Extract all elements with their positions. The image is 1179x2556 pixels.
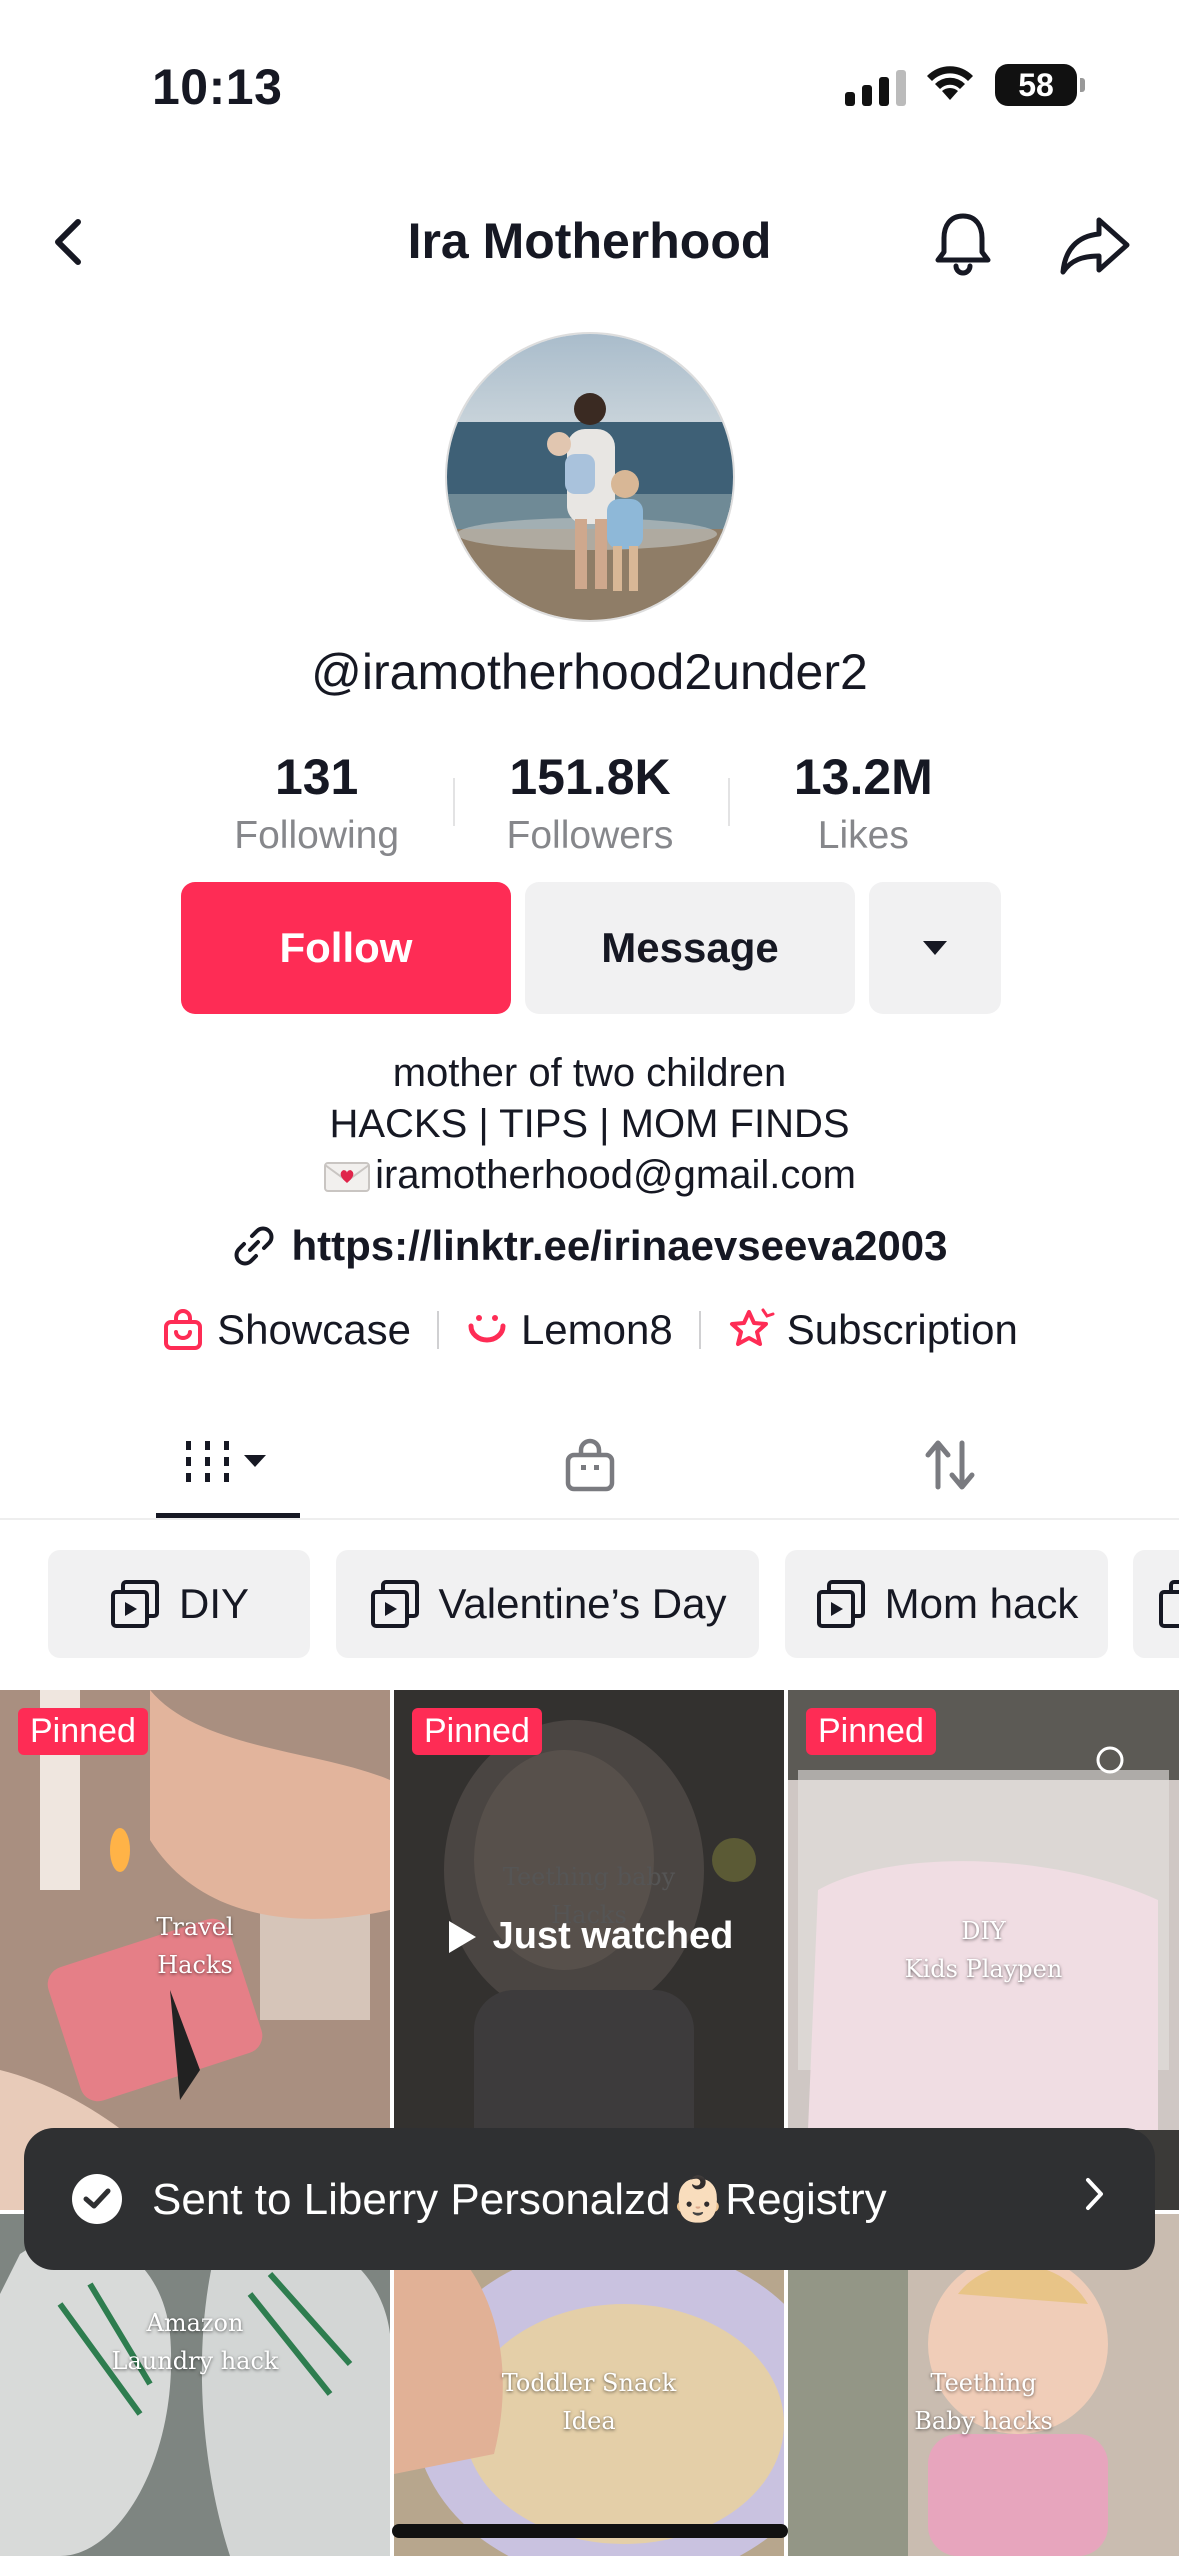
divider: [453, 778, 455, 826]
share-icon[interactable]: [1055, 210, 1135, 280]
stat-likes[interactable]: 13.2M Likes: [727, 748, 1000, 858]
chip-lemon8[interactable]: Lemon8: [465, 1306, 673, 1354]
stat-value: 131: [274, 749, 359, 805]
page-title: Ira Motherhood: [407, 213, 772, 269]
message-button[interactable]: Message: [525, 882, 855, 1014]
stat-label: Followers: [506, 814, 674, 857]
profile-header: Ira Motherhood: [0, 190, 1179, 300]
status-time: 10:13: [152, 59, 283, 115]
chip-showcase[interactable]: Showcase: [161, 1306, 411, 1354]
home-indicator[interactable]: [392, 2524, 788, 2538]
username: @iramotherhood2under2: [311, 644, 868, 700]
play-icon: [448, 1920, 476, 1953]
playlist-icon: [1159, 1580, 1179, 1628]
video-caption: Teething Baby hacks: [914, 2369, 1053, 2435]
subscription-star-icon: [729, 1308, 775, 1346]
collection-chip[interactable]: [1133, 1550, 1179, 1658]
grid-icon: [186, 1441, 266, 1482]
caret-down-icon: [923, 941, 947, 955]
playlist-icon: [110, 1580, 159, 1628]
tab-videos[interactable]: [156, 1410, 300, 1520]
bell-icon[interactable]: [928, 208, 998, 278]
video-caption: DIY Kids Playpen: [904, 1917, 1063, 1983]
divider: [728, 778, 730, 826]
repost-icon: [925, 1440, 975, 1490]
chip-label: Showcase: [217, 1306, 411, 1353]
checkmark-icon: [72, 2174, 122, 2224]
battery-icon: 58: [995, 64, 1085, 106]
video-caption: Amazon Laundry hack: [111, 2309, 279, 2375]
bio-line: mother of two children: [392, 1051, 787, 1095]
content-tabs: [0, 1410, 1179, 1520]
active-tab-indicator: [156, 1513, 300, 1518]
stat-label: Likes: [817, 814, 909, 857]
collection-label: Valentine’s Day: [438, 1580, 727, 1627]
toast-text: Sent to Liberry Personalzd👶🏻Registry: [152, 2175, 887, 2224]
pinned-badge: Pinned: [806, 1708, 936, 1755]
chip-subscription[interactable]: Subscription: [727, 1306, 1018, 1354]
action-buttons: Follow Message: [181, 882, 1001, 1014]
more-options-button[interactable]: [869, 882, 1001, 1014]
cellular-signal-icon: [845, 70, 906, 106]
wifi-icon: [927, 66, 973, 100]
shopping-bag-icon: [164, 1309, 203, 1350]
chip-label: Subscription: [786, 1306, 1018, 1353]
link-text: https://linktr.ee/irinaevseeva2003: [291, 1222, 948, 1269]
shopping-bag-icon: [565, 1438, 615, 1492]
stat-followers[interactable]: 151.8K Followers: [453, 748, 726, 858]
profile-stats: 131 Following 151.8K Followers 13.2M Lik…: [180, 748, 1000, 858]
profile-chips: Showcase Lemon8 Subscription: [0, 1306, 1179, 1354]
video-caption: Travel Hacks: [156, 1913, 234, 1979]
collection-chip[interactable]: Valentine’s Day: [336, 1550, 759, 1658]
collection-label: Mom hack: [884, 1580, 1079, 1627]
divider: [436, 1311, 439, 1349]
stat-value: 13.2M: [793, 749, 933, 805]
stat-following[interactable]: 131 Following: [180, 748, 453, 858]
stat-label: Following: [234, 814, 400, 857]
collection-chip[interactable]: Mom hack: [785, 1550, 1108, 1658]
tab-shop[interactable]: [540, 1410, 640, 1520]
collection-chip[interactable]: DIY: [48, 1550, 310, 1658]
bio-email-line: iramotherhood@gmail.com: [0, 1150, 1179, 1201]
chevron-right-icon: [1086, 2178, 1103, 2210]
bio-line: HACKS | TIPS | MOM FINDS: [329, 1102, 850, 1146]
chip-label: Lemon8: [520, 1306, 673, 1353]
follow-button[interactable]: Follow: [181, 882, 511, 1014]
just-watched-text: Just watched: [492, 1915, 734, 1957]
profile-link[interactable]: https://linktr.ee/irinaevseeva2003: [0, 1222, 1179, 1270]
stat-value: 151.8K: [509, 749, 671, 805]
video-grid: Pinned Travel Hacks Pinned Teething baby…: [0, 1690, 1179, 2556]
bio: mother of two children HACKS | TIPS | MO…: [0, 1048, 1179, 1201]
collection-label: DIY: [178, 1580, 249, 1627]
link-icon: [235, 1226, 274, 1266]
divider: [698, 1311, 701, 1349]
toast-notification[interactable]: Sent to Liberry Personalzd👶🏻Registry: [24, 2128, 1155, 2270]
just-watched-label: Just watched: [394, 1915, 784, 1958]
avatar[interactable]: [445, 332, 735, 622]
playlist-icon: [816, 1580, 865, 1628]
tab-reposts[interactable]: [900, 1410, 1000, 1520]
collections-row: DIY Valentine’s Day Mom hack: [0, 1550, 1179, 1660]
pinned-badge: Pinned: [18, 1708, 148, 1755]
lemon8-icon: [468, 1315, 506, 1343]
love-letter-icon: [324, 1161, 371, 1192]
bio-email[interactable]: iramotherhood@gmail.com: [375, 1150, 856, 1201]
pinned-badge: Pinned: [412, 1708, 542, 1755]
video-caption: Toddler Snack Idea: [501, 2369, 677, 2435]
status-bar: 10:13 58: [0, 0, 1179, 150]
playlist-icon: [370, 1580, 419, 1628]
